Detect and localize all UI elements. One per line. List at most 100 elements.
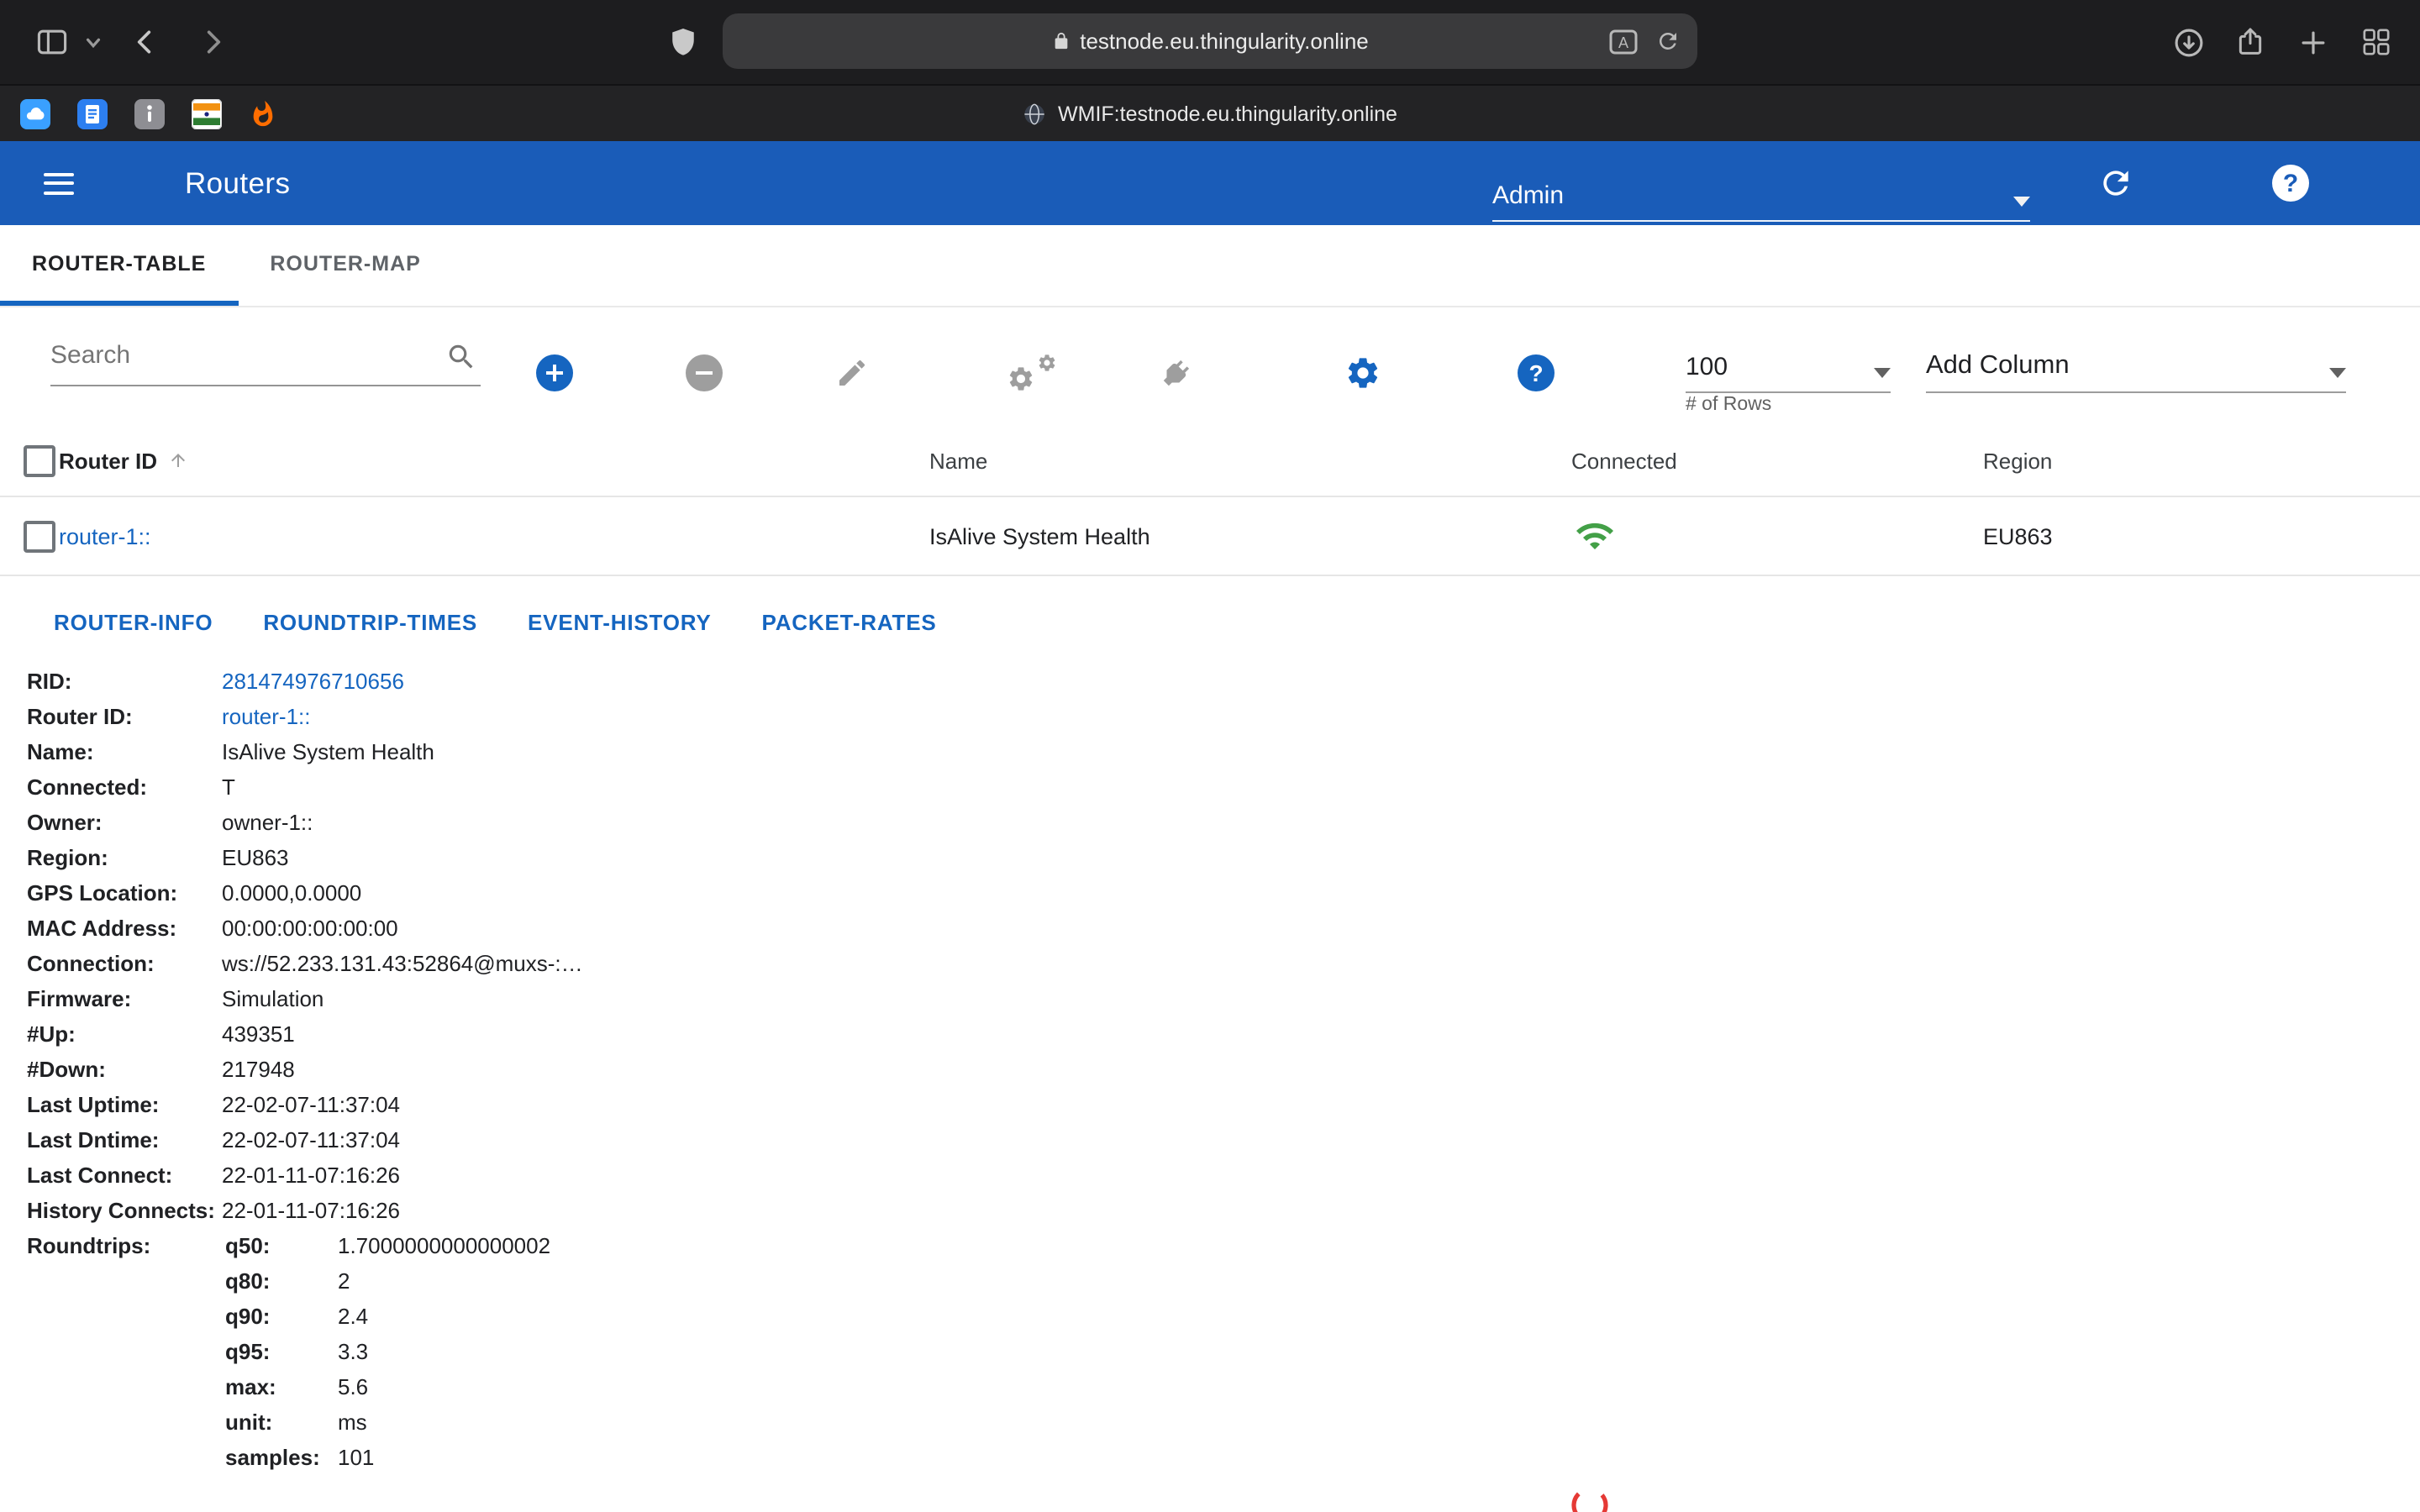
detail-row: Name:IsAlive System Health [27, 734, 2420, 769]
forward-icon[interactable] [190, 0, 234, 84]
detail-label: Name: [27, 739, 222, 764]
user-role-value: Admin [1492, 181, 1564, 210]
remove-row-button[interactable] [684, 353, 724, 393]
detail-row: GPS Location:0.0000,0.0000 [27, 875, 2420, 911]
translate-icon[interactable]: A [1608, 28, 1639, 55]
detail-row: Last Dntime:22-02-07-11:37:04 [27, 1122, 2420, 1158]
stat-row: max:5.6 [225, 1369, 2420, 1404]
downloads-icon[interactable] [2168, 0, 2208, 84]
chevron-down-icon[interactable] [81, 0, 104, 84]
detail-label: RID: [27, 669, 222, 694]
flag-favicon[interactable] [192, 98, 222, 129]
roundtrips-block: Roundtrips: q50:1.7000000000000002 q80:2… [27, 1228, 2420, 1475]
detail-label: Connected: [27, 774, 222, 800]
stat-row: q80:2 [225, 1263, 2420, 1299]
stat-label: unit: [225, 1410, 338, 1435]
flame-favicon[interactable] [249, 98, 277, 129]
plus-circle-icon [536, 354, 573, 391]
table-row[interactable]: router-1:: IsAlive System Health EU863 [0, 497, 2420, 576]
detail-row: Last Uptime:22-02-07-11:37:04 [27, 1087, 2420, 1122]
tab-event-history[interactable]: EVENT-HISTORY [528, 609, 711, 634]
add-column-select[interactable]: Add Column [1926, 328, 2346, 393]
detail-label: Last Uptime: [27, 1092, 222, 1117]
detail-label: Router ID: [27, 704, 222, 729]
stat-label: q95: [225, 1339, 338, 1364]
user-role-select[interactable]: Admin [1492, 160, 2030, 222]
detail-value: 00:00:00:00:00:00 [222, 916, 2420, 941]
address-bar[interactable]: testnode.eu.thingularity.online A [723, 13, 1697, 69]
stat-value: 3.3 [338, 1339, 2420, 1364]
stat-value: 1.7000000000000002 [338, 1233, 2420, 1258]
detail-label: MAC Address: [27, 916, 222, 941]
info-favicon[interactable] [134, 98, 165, 129]
sidebar-toggle-icon[interactable] [30, 0, 74, 84]
rows-per-page-select[interactable]: 100 [1686, 328, 1891, 393]
stat-row: unit:ms [225, 1404, 2420, 1440]
stat-value: 2.4 [338, 1304, 2420, 1329]
roundtrips-label: Roundtrips: [27, 1233, 222, 1258]
svg-text:A: A [1618, 34, 1628, 50]
detail-value: ws://52.233.131.43:52864@muxs-:… [222, 951, 2420, 976]
new-tab-icon[interactable] [2292, 0, 2333, 84]
chevron-down-icon [2013, 197, 2030, 207]
column-header-connected[interactable]: Connected [1571, 448, 1983, 473]
select-all-checkbox[interactable] [24, 444, 55, 476]
connected-cell [1575, 516, 1983, 556]
tab-router-map[interactable]: ROUTER-MAP [238, 225, 452, 306]
settings-button[interactable] [1343, 353, 1383, 393]
detail-label: Last Dntime: [27, 1127, 222, 1152]
wifi-icon [1575, 516, 1615, 556]
active-page-bookmark[interactable]: WMIF:testnode.eu.thingularity.online [1023, 102, 1397, 125]
table-help-button[interactable] [1516, 353, 1556, 393]
back-icon[interactable] [124, 0, 168, 84]
rows-per-page-value: 100 [1686, 353, 1728, 381]
router-settings-button[interactable] [1007, 353, 1057, 393]
tab-packet-rates[interactable]: PACKET-RATES [762, 609, 937, 634]
menu-icon[interactable] [44, 141, 74, 225]
region-cell: EU863 [1983, 523, 2396, 549]
connect-button[interactable] [1155, 353, 1195, 393]
shield-icon[interactable] [662, 0, 702, 84]
tab-router-info[interactable]: ROUTER-INFO [54, 609, 213, 634]
refresh-button[interactable] [2097, 165, 2134, 210]
question-circle-icon [1518, 354, 1555, 391]
detail-row: Owner:owner-1:: [27, 805, 2420, 840]
tab-router-table[interactable]: ROUTER-TABLE [0, 225, 238, 306]
tab-overview-icon[interactable] [2354, 0, 2398, 84]
detail-value: 22-01-11-07:16:26 [222, 1163, 2420, 1188]
column-header-name[interactable]: Name [929, 448, 1571, 473]
detail-row: #Down:217948 [27, 1052, 2420, 1087]
router-id-link[interactable]: router-1:: [222, 704, 2420, 729]
detail-value: 0.0000,0.0000 [222, 880, 2420, 906]
cloud-favicon[interactable] [20, 98, 50, 129]
detail-row: Region:EU863 [27, 840, 2420, 875]
stat-label: q50: [225, 1233, 338, 1258]
add-row-button[interactable] [534, 353, 575, 393]
edit-button[interactable] [832, 353, 872, 393]
search-icon[interactable] [445, 341, 477, 381]
detail-label: #Up: [27, 1021, 222, 1047]
row-checkbox[interactable] [24, 520, 55, 552]
router-info-panel: RID:281474976710656 Router ID:router-1::… [0, 664, 2420, 1475]
router-id-link[interactable]: router-1:: [59, 523, 151, 549]
column-header-region[interactable]: Region [1983, 448, 2396, 473]
column-header-router-id[interactable]: Router ID [59, 448, 929, 473]
detail-row: History Connects:22-01-11-07:16:26 [27, 1193, 2420, 1228]
pencil-icon [835, 356, 869, 390]
docs-favicon[interactable] [77, 98, 108, 129]
share-icon[interactable] [2230, 0, 2270, 84]
search-field [50, 331, 481, 386]
detail-value: EU863 [222, 845, 2420, 870]
plug-icon [1157, 355, 1192, 391]
rid-link[interactable]: 281474976710656 [222, 669, 2420, 694]
reload-icon[interactable] [1655, 29, 1681, 54]
help-button[interactable] [2272, 165, 2309, 202]
table-toolbar: 100 # of Rows Add Column [0, 307, 2420, 425]
detail-label: GPS Location: [27, 880, 222, 906]
detail-label: Firmware: [27, 986, 222, 1011]
tab-roundtrip-times[interactable]: ROUNDTRIP-TIMES [263, 609, 477, 634]
detail-label: Connection: [27, 951, 222, 976]
search-input[interactable] [50, 331, 481, 386]
loading-spinner-icon [1570, 1485, 1610, 1512]
stat-label: q90: [225, 1304, 338, 1329]
